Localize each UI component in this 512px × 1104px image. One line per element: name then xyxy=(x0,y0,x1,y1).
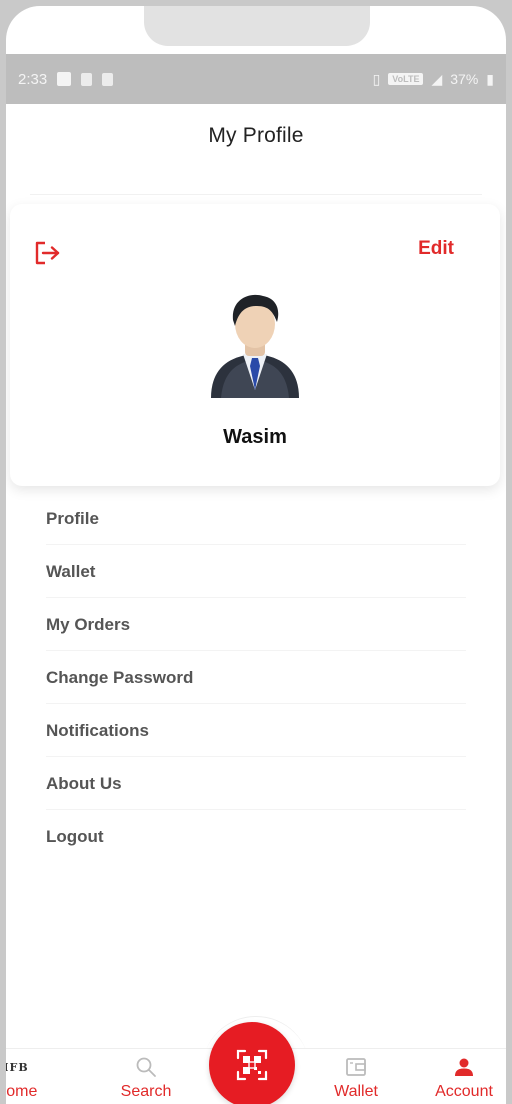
search-icon xyxy=(136,1057,156,1077)
avatar xyxy=(211,294,299,398)
battery-percent: 37% xyxy=(450,71,479,87)
person-icon xyxy=(455,1058,473,1076)
nav-account-label: Account xyxy=(435,1083,493,1100)
status-bar: 2:33 ▯ VoLTE ◢ 37% ▮ xyxy=(6,54,506,104)
nav-search[interactable]: Search xyxy=(96,1049,196,1104)
nav-account[interactable]: Account xyxy=(414,1049,506,1104)
qr-scan-icon xyxy=(236,1049,268,1081)
phone-frame: 2:33 ▯ VoLTE ◢ 37% ▮ My Profile Edit Was… xyxy=(6,6,506,1104)
scan-button[interactable] xyxy=(209,1022,295,1104)
brand-logo-icon: IFB xyxy=(6,1061,29,1074)
menu-item-change-password[interactable]: Change Password xyxy=(6,651,506,704)
title-divider xyxy=(30,194,482,195)
user-name: Wasim xyxy=(223,426,287,448)
profile-card: Edit Wasim xyxy=(10,204,500,486)
message-icon xyxy=(102,72,114,86)
volte-badge: VoLTE xyxy=(388,73,424,85)
status-indicators: ▯ VoLTE ◢ 37% ▮ xyxy=(373,71,494,88)
menu-item-profile[interactable]: Profile xyxy=(6,492,506,545)
menu-item-my-orders[interactable]: My Orders xyxy=(6,598,506,651)
nav-home[interactable]: IFB Home xyxy=(6,1049,66,1104)
vibrate-icon: ▯ xyxy=(372,70,381,87)
account-menu: Profile Wallet My Orders Change Password… xyxy=(6,492,506,863)
menu-item-logout[interactable]: Logout xyxy=(6,810,506,863)
nav-home-label: Home xyxy=(6,1083,38,1100)
nav-search-label: Search xyxy=(120,1083,172,1100)
menu-item-about-us[interactable]: About Us xyxy=(6,757,506,810)
status-time: 2:33 xyxy=(18,70,48,88)
page-title: My Profile xyxy=(208,124,304,147)
sim-icon xyxy=(81,72,93,86)
edit-button[interactable]: Edit xyxy=(418,238,454,260)
device-notch xyxy=(144,6,370,46)
nav-wallet[interactable]: Wallet xyxy=(306,1049,406,1104)
signal-icon: ◢ xyxy=(431,70,443,87)
menu-item-wallet[interactable]: Wallet xyxy=(6,545,506,598)
menu-item-notifications[interactable]: Notifications xyxy=(6,704,506,757)
logout-icon[interactable] xyxy=(32,238,62,268)
battery-icon: ▮ xyxy=(486,70,494,87)
notification-icon xyxy=(57,72,72,86)
nav-wallet-label: Wallet xyxy=(334,1083,378,1100)
wallet-icon xyxy=(346,1058,366,1076)
